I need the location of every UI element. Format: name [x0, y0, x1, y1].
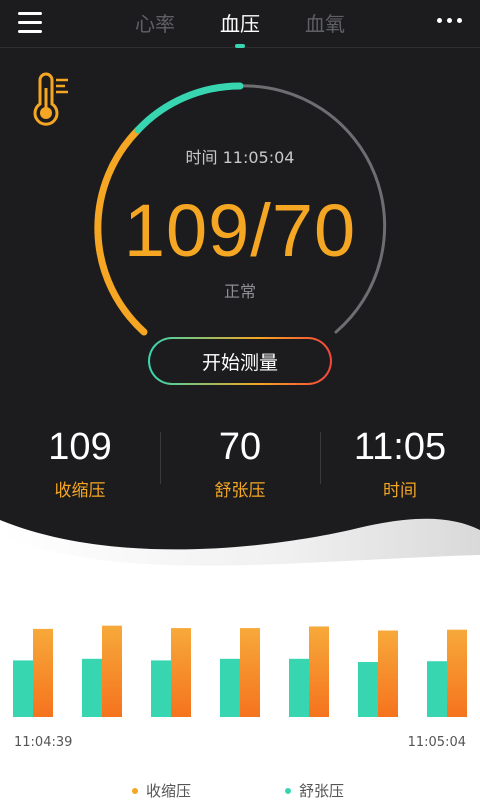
start-measure-label: 开始测量 — [150, 339, 330, 383]
legend-systolic: 收缩压 — [132, 780, 191, 800]
diastolic-bar-1 — [13, 660, 33, 717]
diastolic-bar-4 — [220, 658, 240, 717]
stat-diastolic-label: 舒张压 — [214, 481, 266, 501]
stats-row: 109 收缩压 70 舒张压 11:05 时间 — [0, 424, 480, 504]
diastolic-bar-3 — [151, 660, 171, 717]
status-label: 正常 — [223, 282, 256, 301]
legend-diastolic: 舒张压 — [285, 780, 344, 800]
tab-blood-oxygen[interactable]: 血氧 — [290, 8, 360, 38]
measurement-time: 时间 11:05:04 — [185, 148, 295, 167]
systolic-bar-1 — [33, 628, 53, 717]
stat-diastolic: 70 舒张压 — [160, 424, 320, 501]
legend-systolic-label: 收缩压 — [146, 782, 192, 800]
menu-icon[interactable] — [18, 12, 44, 34]
more-icon[interactable] — [437, 18, 462, 23]
active-tab-indicator — [235, 44, 245, 48]
stat-diastolic-value: 70 — [218, 426, 262, 468]
tab-blood-pressure[interactable]: 血压 — [205, 8, 275, 38]
thermometer-icon[interactable] — [30, 72, 72, 128]
legend-diastolic-label: 舒张压 — [299, 782, 345, 800]
systolic-bar-4 — [240, 628, 260, 717]
systolic-bar-7 — [447, 629, 467, 717]
blood-pressure-reading: 109/70 — [123, 189, 357, 272]
systolic-bar-6 — [378, 630, 398, 717]
legend-dot-systolic — [132, 787, 138, 794]
diastolic-bar-6 — [358, 662, 378, 717]
tab-bar: 心率 血压 血氧 — [120, 8, 360, 38]
diastolic-bar-2 — [82, 658, 102, 717]
chart-legend: 收缩压 舒张压 — [0, 780, 480, 800]
stat-systolic-label: 收缩压 — [54, 481, 106, 501]
gauge-arc-teal — [134, 82, 244, 134]
stat-systolic: 109 收缩压 — [0, 424, 160, 501]
bp-bar-chart — [13, 625, 467, 717]
stat-time: 11:05 时间 — [320, 424, 480, 501]
diastolic-bar-7 — [427, 661, 447, 717]
stat-time-value: 11:05 — [353, 426, 447, 468]
stat-time-label: 时间 — [383, 481, 417, 501]
stat-systolic-value: 109 — [48, 426, 112, 468]
start-measure-button[interactable]: 开始测量 — [148, 337, 332, 385]
systolic-bar-5 — [309, 626, 329, 717]
systolic-bar-2 — [102, 625, 122, 717]
diastolic-bar-5 — [289, 658, 309, 717]
tab-heart-rate[interactable]: 心率 — [120, 8, 190, 38]
top-bar: 心率 血压 血氧 — [0, 0, 480, 48]
x-start-label: 11:04:39 — [14, 735, 73, 750]
wave-divider — [0, 518, 480, 600]
legend-dot-diastolic — [285, 787, 291, 794]
x-end-label: 11:05:04 — [407, 735, 466, 750]
systolic-bar-3 — [171, 628, 191, 717]
